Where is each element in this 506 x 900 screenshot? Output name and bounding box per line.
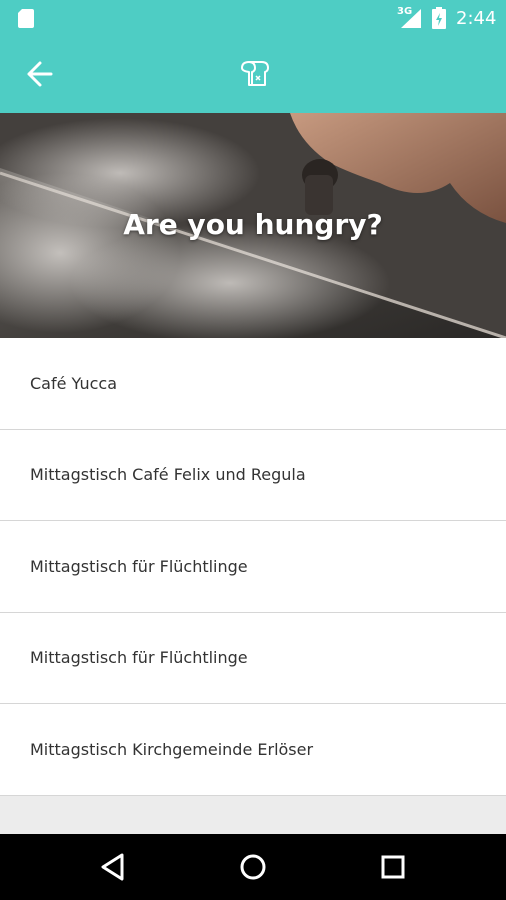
hero-banner: Are you hungry?	[0, 113, 506, 338]
system-navigation-bar	[0, 834, 506, 900]
app-bar	[0, 36, 506, 113]
battery-icon	[432, 7, 446, 29]
list-item-label: Mittagstisch Café Felix und Regula	[30, 465, 306, 485]
nav-back-icon	[101, 853, 124, 881]
hero-title: Are you hungry?	[123, 208, 383, 241]
nav-recents-icon	[381, 855, 405, 879]
nav-home-icon	[240, 854, 266, 880]
signal-icon	[401, 9, 421, 28]
list-item-label: Café Yucca	[30, 373, 118, 393]
nav-recents-button[interactable]	[375, 849, 411, 885]
list-item[interactable]: Mittagstisch Café Felix und Regula	[0, 429, 506, 521]
bread-icon	[241, 61, 269, 86]
status-time: 2:44	[456, 8, 497, 29]
list-item[interactable]: Mittagstisch für Flüchtlinge	[0, 612, 506, 704]
arrow-back-icon	[27, 61, 53, 87]
nav-back-button[interactable]	[95, 849, 131, 885]
list-item[interactable]: Mittagstisch Kirchgemeinde Erlöser	[0, 704, 506, 796]
list-item[interactable]: Café Yucca	[0, 338, 506, 430]
list-item[interactable]: Mittagstisch für Flüchtlinge	[0, 521, 506, 613]
sd-card-icon	[18, 9, 34, 28]
list-item-label: Mittagstisch für Flüchtlinge	[30, 648, 248, 668]
list-item-label: Mittagstisch für Flüchtlinge	[30, 556, 248, 576]
restaurant-list: Café Yucca Mittagstisch Café Felix und R…	[0, 338, 506, 796]
list-item-label: Mittagstisch Kirchgemeinde Erlöser	[30, 739, 314, 759]
status-bar: 3G 2:44	[0, 0, 506, 36]
nav-home-button[interactable]	[235, 849, 271, 885]
back-button[interactable]	[18, 56, 58, 92]
